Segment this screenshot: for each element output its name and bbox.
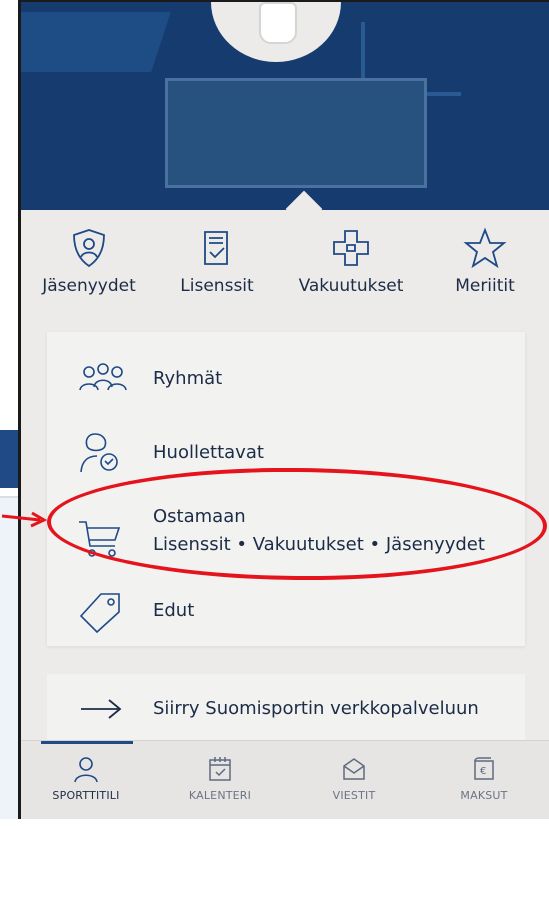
- quick-link-label: Jäsenyydet: [42, 276, 136, 296]
- menu-item-label: Ryhmät: [153, 368, 223, 389]
- tag-icon: [79, 593, 120, 634]
- profile-header: [21, 2, 549, 210]
- quick-link-vakuutukset[interactable]: Vakuutukset: [291, 222, 411, 322]
- envelope-icon: [343, 758, 365, 780]
- nav-tab-label: VIESTIT: [332, 789, 376, 802]
- nav-tab-label: KALENTERI: [188, 789, 252, 802]
- avatar[interactable]: [211, 2, 341, 62]
- calendar-icon: [209, 757, 231, 781]
- menu-icon[interactable]: ☰: [4, 870, 27, 906]
- nav-tab-viestit[interactable]: VIESTIT: [299, 755, 409, 802]
- group-icon: [79, 363, 127, 391]
- nav-tab-label: MAKSUT: [460, 789, 508, 802]
- avatar-placeholder: [259, 2, 297, 44]
- quick-link-label: Meriitit: [455, 276, 515, 296]
- bottom-nav: SPORTTITILI KALENTERI VIESTIT € MAKSUT: [21, 740, 549, 819]
- quick-link-label: Lisenssit: [180, 276, 254, 296]
- nav-tab-label: SPORTTITILI: [52, 789, 120, 802]
- wallet-icon: €: [474, 757, 494, 780]
- nav-tab-sporttitili[interactable]: SPORTTITILI: [31, 755, 141, 802]
- menu-item-label: Edut: [153, 600, 195, 621]
- medical-cross-icon: [333, 230, 369, 266]
- menu-item-label: Huollettavat: [153, 442, 264, 463]
- svg-text:€: €: [480, 766, 486, 777]
- external-link[interactable]: Siirry Suomisportin verkkopalveluun: [47, 674, 525, 744]
- document-check-icon: [204, 231, 228, 265]
- person-icon: [74, 757, 98, 783]
- quick-links: Jäsenyydet Lisenssit Vakuutukset Meriiti…: [21, 216, 549, 326]
- star-icon: [463, 227, 507, 269]
- quick-link-label: Vakuutukset: [298, 276, 404, 296]
- redacted-name-box: [165, 78, 427, 188]
- quick-link-lisenssit[interactable]: Lisenssit: [157, 222, 277, 322]
- annotation-arrow-icon: [1, 511, 48, 528]
- menu-item-ryhmat[interactable]: Ryhmät: [47, 346, 525, 410]
- arrow-right-icon: [81, 699, 122, 719]
- external-link-label: Siirry Suomisportin verkkopalveluun: [153, 698, 479, 719]
- active-tab-indicator: [41, 741, 133, 744]
- dependents-icon: [80, 433, 118, 473]
- mobile-app-screen: Jäsenyydet Lisenssit Vakuutukset Meriiti…: [18, 0, 549, 819]
- menu-item-edut[interactable]: Edut: [47, 582, 525, 642]
- header-decoration: [21, 12, 171, 72]
- quick-link-jasenyydet[interactable]: Jäsenyydet: [29, 222, 149, 322]
- nav-tab-kalenteri[interactable]: KALENTERI: [165, 755, 275, 802]
- nav-tab-maksut[interactable]: € MAKSUT: [429, 755, 539, 802]
- shield-person-icon: [73, 229, 105, 268]
- quick-link-meriitit[interactable]: Meriitit: [425, 222, 545, 322]
